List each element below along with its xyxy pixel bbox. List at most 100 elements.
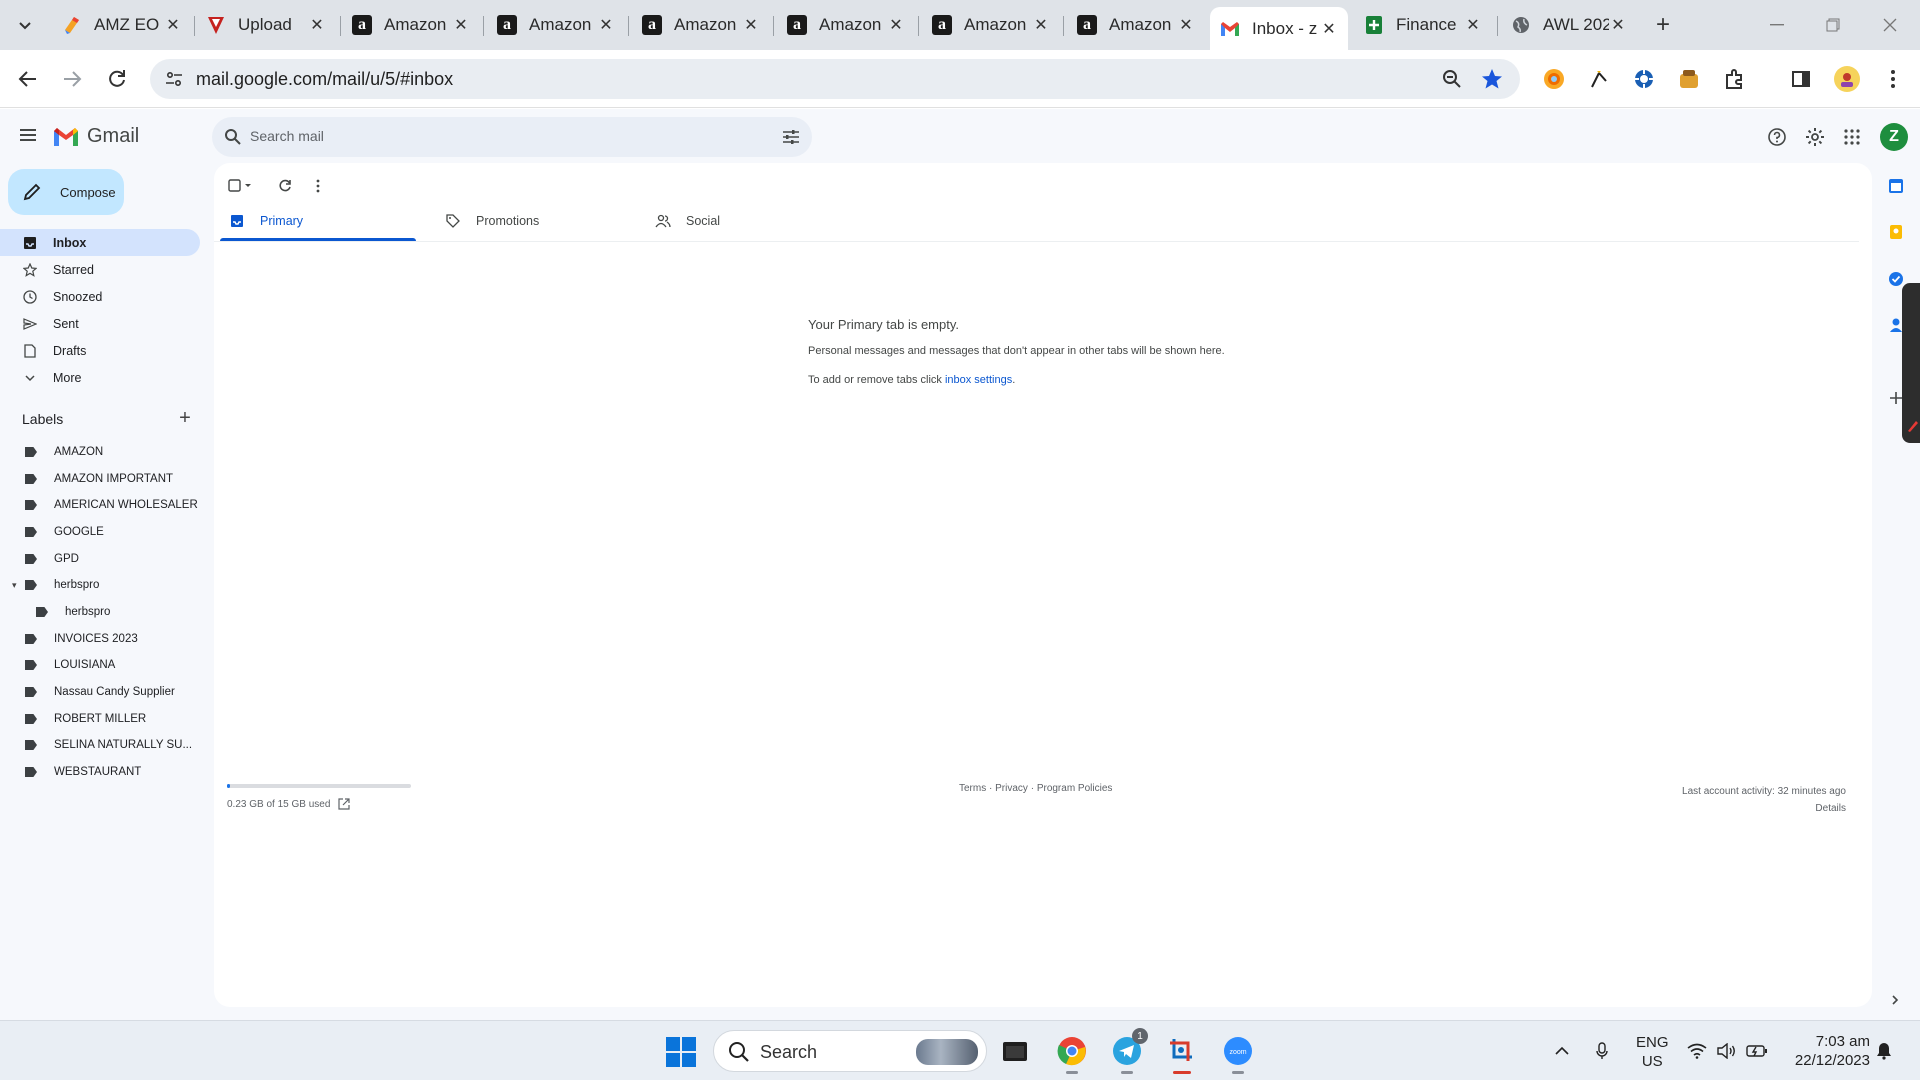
label-item[interactable]: Nassau Candy Supplier [0,679,200,705]
search-options-icon[interactable] [782,128,800,146]
tab-social[interactable]: Social [646,201,842,241]
extension-basket-icon[interactable] [1676,66,1702,92]
extensions-puzzle-icon[interactable] [1722,66,1748,92]
create-label-plus-icon[interactable]: + [176,407,194,429]
zoom-app-icon[interactable]: zoom [1221,1034,1255,1074]
browser-tab[interactable]: AMZ EO ✕ [52,9,192,41]
browser-tab[interactable]: Finance ✕ [1354,9,1492,41]
volume-icon[interactable] [1716,1039,1738,1063]
show-side-panel-chevron-icon[interactable] [1890,993,1900,1009]
extension-arrow-icon[interactable] [1586,66,1612,92]
nav-item-more[interactable]: More [0,364,200,391]
label-item[interactable]: SELINA NATURALLY SU... [0,732,200,758]
label-item[interactable]: LOUISIANA [0,652,200,678]
close-tab-icon[interactable]: ✕ [1177,15,1195,35]
close-tab-icon[interactable]: ✕ [1320,19,1338,39]
program-policies-link[interactable]: Program Policies [1037,783,1113,794]
wifi-icon[interactable] [1686,1039,1708,1063]
reload-icon[interactable] [101,63,133,95]
extension-blue-dial-icon[interactable] [1631,66,1657,92]
address-bar[interactable]: mail.google.com/mail/u/5/#inbox [150,59,1520,99]
browser-tab[interactable]: Upload ✕ [196,9,336,41]
label-item[interactable]: INVOICES 2023 [0,626,200,652]
profile-avatar-icon[interactable] [1834,66,1860,92]
browser-tab[interactable]: a Amazon ✕ [487,9,625,41]
new-tab-button[interactable]: + [1651,9,1675,41]
caret-down-icon[interactable]: ▾ [12,580,20,591]
tab-promotions[interactable]: Promotions [436,201,632,241]
main-menu-icon[interactable] [18,125,42,149]
close-tab-icon[interactable]: ✕ [1609,15,1627,35]
open-in-new-icon[interactable] [338,798,351,810]
account-avatar[interactable]: Z [1880,123,1908,151]
snipping-tool-icon[interactable] [1165,1034,1199,1074]
show-hidden-icons-chevron-icon[interactable] [1552,1039,1572,1063]
label-item[interactable]: herbspro [0,599,200,625]
side-panel-icon[interactable] [1788,66,1814,92]
label-item[interactable]: GOOGLE [0,519,200,545]
file-explorer-icon[interactable] [998,1034,1032,1068]
keep-icon[interactable] [1885,221,1907,243]
browser-tab[interactable]: a Amazon ✕ [777,9,915,41]
restore-window-icon[interactable] [1813,9,1853,41]
zoom-icon[interactable] [1440,67,1464,91]
battery-icon[interactable] [1746,1039,1768,1063]
browser-tab[interactable]: a Amazon ✕ [342,9,480,41]
close-tab-icon[interactable]: ✕ [1032,15,1050,35]
nav-item-drafts[interactable]: Drafts [0,337,200,364]
privacy-link[interactable]: Privacy [995,783,1028,794]
forward-arrow-icon[interactable] [56,63,88,95]
input-language[interactable]: ENG US [1636,1033,1669,1071]
windows-start-icon[interactable] [666,1037,696,1067]
browser-tab[interactable]: a Amazon ✕ [1067,9,1205,41]
terms-link[interactable]: Terms [959,783,986,794]
close-tab-icon[interactable]: ✕ [164,15,182,35]
browser-tab[interactable]: AWL 202 ✕ [1501,9,1637,41]
telegram-icon[interactable]: 1 [1110,1028,1148,1074]
close-tab-icon[interactable]: ✕ [597,15,615,35]
storage-usage[interactable]: 0.23 GB of 15 GB used [227,798,351,810]
more-options-icon[interactable] [307,175,329,197]
close-tab-icon[interactable]: ✕ [308,15,326,35]
apps-grid-icon[interactable] [1840,125,1864,149]
label-item[interactable]: WEBSTAURANT [0,759,200,785]
inbox-settings-link[interactable]: inbox settings [945,374,1012,386]
close-tab-icon[interactable]: ✕ [887,15,905,35]
nav-item-sent[interactable]: Sent [0,310,200,337]
microphone-icon[interactable] [1592,1039,1612,1063]
settings-gear-icon[interactable] [1803,125,1827,149]
nav-item-inbox[interactable]: Inbox [0,229,200,256]
close-tab-icon[interactable]: ✕ [452,15,470,35]
floating-extension-panel[interactable] [1902,283,1920,443]
label-item[interactable]: AMERICAN WHOLESALER [0,492,200,518]
label-item[interactable]: ROBERT MILLER [0,706,200,732]
label-item[interactable]: AMAZON IMPORTANT [0,466,200,492]
close-tab-icon[interactable]: ✕ [742,15,760,35]
label-item[interactable]: GPD [0,546,200,572]
nav-item-starred[interactable]: Starred [0,256,200,283]
refresh-icon[interactable] [274,175,296,197]
taskbar-search-box[interactable]: Search [713,1030,987,1072]
browser-tab[interactable]: a Amazon ✕ [632,9,770,41]
browser-tab-active[interactable]: Inbox - z ✕ [1210,7,1348,50]
close-window-icon[interactable] [1870,9,1910,41]
search-icon[interactable] [224,128,242,146]
tab-search-chevron-icon[interactable] [12,9,38,41]
system-clock[interactable]: 7:03 am 22/12/2023 [1786,1032,1870,1070]
gmail-logo[interactable]: Gmail [53,125,139,148]
chrome-icon[interactable] [1055,1034,1089,1074]
browser-tab[interactable]: a Amazon ✕ [922,9,1060,41]
help-icon[interactable] [1765,125,1789,149]
activity-details-link[interactable]: Details [1682,800,1846,817]
tab-primary[interactable]: Primary [220,201,416,241]
compose-button[interactable]: Compose [8,169,124,215]
close-tab-icon[interactable]: ✕ [1464,15,1482,35]
calendar-icon[interactable] [1885,175,1907,197]
bookmark-star-icon[interactable] [1480,67,1504,91]
search-mail-bar[interactable]: Search mail [212,117,812,157]
notification-bell-icon[interactable] [1873,1039,1895,1063]
site-info-icon[interactable] [164,69,184,89]
label-item[interactable]: ▾ herbspro [0,572,200,598]
back-arrow-icon[interactable] [12,63,44,95]
extension-orange-icon[interactable] [1541,66,1567,92]
